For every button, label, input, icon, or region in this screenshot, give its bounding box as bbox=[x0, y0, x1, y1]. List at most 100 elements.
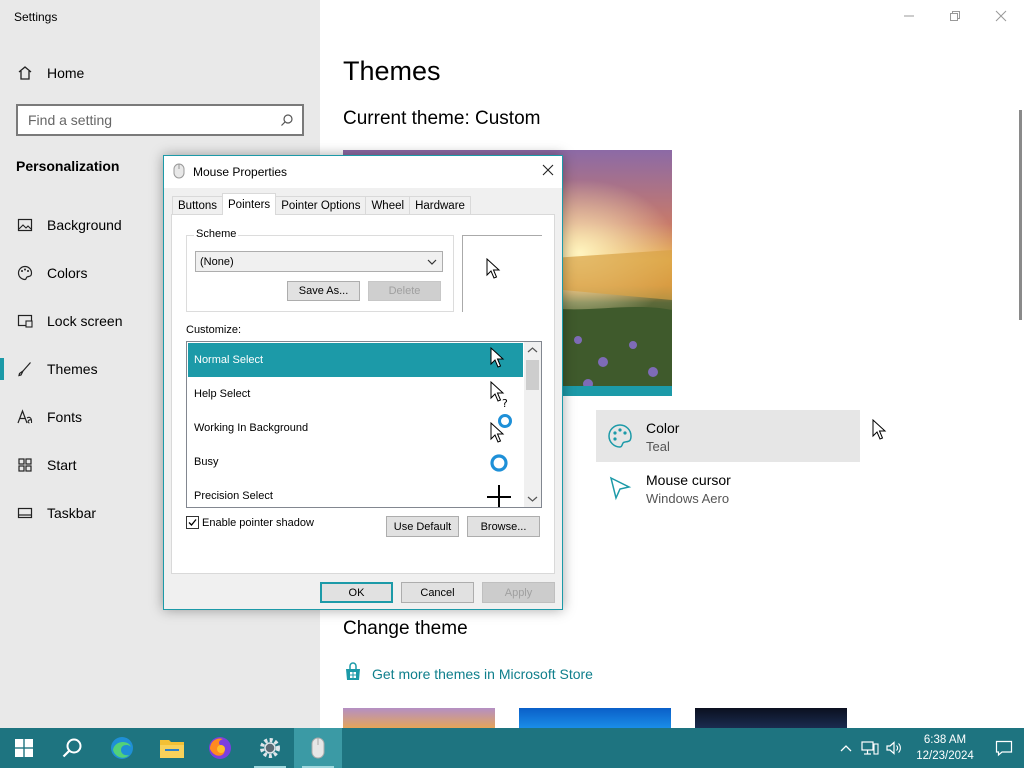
start-button[interactable] bbox=[0, 728, 48, 768]
lock-screen-icon bbox=[16, 312, 34, 330]
sidebar-item-label: Background bbox=[47, 217, 122, 233]
search-icon[interactable] bbox=[280, 113, 294, 130]
settings-app-icon[interactable] bbox=[246, 728, 294, 768]
edge-browser-icon[interactable] bbox=[98, 728, 146, 768]
theme-thumbnail[interactable] bbox=[519, 708, 671, 728]
cursor-name: Help Select bbox=[194, 388, 251, 400]
nav-home-label: Home bbox=[47, 65, 85, 81]
delete-button[interactable]: Delete bbox=[368, 281, 441, 301]
list-item[interactable]: Working In Background bbox=[188, 411, 523, 445]
minimize-button[interactable] bbox=[886, 0, 932, 32]
list-item[interactable]: Busy bbox=[188, 445, 523, 479]
tab-hardware[interactable]: Hardware bbox=[409, 196, 471, 215]
list-item[interactable]: Normal Select bbox=[188, 343, 523, 377]
sidebar-item-label: Themes bbox=[47, 361, 98, 377]
close-button[interactable] bbox=[978, 0, 1024, 32]
notifications-icon[interactable] bbox=[984, 728, 1024, 768]
pointer-shadow-checkbox[interactable] bbox=[186, 516, 199, 529]
browse-button[interactable]: Browse... bbox=[467, 516, 540, 537]
font-icon bbox=[16, 408, 34, 426]
change-theme-heading: Change theme bbox=[343, 618, 468, 639]
chevron-down-icon bbox=[427, 257, 437, 269]
gear-icon bbox=[260, 738, 280, 758]
mouse-properties-taskbar-icon[interactable] bbox=[294, 728, 342, 768]
store-link-label: Get more themes in Microsoft Store bbox=[372, 665, 593, 682]
color-tile[interactable]: Color Teal bbox=[596, 410, 860, 462]
list-scrollbar-thumb[interactable] bbox=[526, 360, 539, 390]
close-icon bbox=[995, 10, 1007, 22]
start-grid-icon bbox=[16, 456, 34, 474]
home-icon bbox=[16, 64, 34, 82]
svg-text:?: ? bbox=[502, 397, 508, 409]
theme-thumbnail[interactable] bbox=[695, 708, 847, 728]
page-scrollbar[interactable] bbox=[1019, 110, 1022, 320]
clock-date: 12/23/2024 bbox=[916, 750, 974, 762]
dialog-title: Mouse Properties bbox=[193, 165, 288, 179]
ok-button[interactable]: OK bbox=[320, 582, 393, 603]
list-item[interactable]: Help Select ? bbox=[188, 377, 523, 411]
current-theme: Current theme: Custom bbox=[343, 108, 540, 130]
windows-logo-icon bbox=[15, 739, 33, 757]
clock[interactable]: 6:38 AM 12/23/2024 bbox=[910, 732, 980, 764]
cursor-name: Normal Select bbox=[194, 354, 264, 366]
chevron-up-icon[interactable] bbox=[834, 728, 858, 768]
palette-icon bbox=[16, 264, 34, 282]
sidebar-item-label: Fonts bbox=[47, 409, 83, 425]
speaker-icon[interactable] bbox=[882, 728, 906, 768]
color-tile-label: Color bbox=[646, 420, 680, 436]
working-background-cursor-icon bbox=[483, 413, 513, 443]
mouse-cursor-tile[interactable]: Mouse cursor Windows Aero bbox=[596, 466, 860, 518]
busy-cursor-icon bbox=[483, 447, 513, 477]
restore-icon bbox=[950, 11, 960, 21]
sidebar-item-label: Start bbox=[47, 457, 77, 473]
sidebar-item-label: Taskbar bbox=[47, 505, 97, 521]
firefox-icon[interactable] bbox=[196, 728, 244, 768]
pointer-preview bbox=[462, 235, 542, 312]
network-icon[interactable] bbox=[858, 728, 882, 768]
crosshair-icon bbox=[483, 481, 513, 507]
dialog-title-bar[interactable]: Mouse Properties bbox=[164, 156, 562, 188]
store-link[interactable]: Get more themes in Microsoft Store bbox=[343, 662, 593, 685]
theme-thumbnail[interactable] bbox=[343, 708, 495, 728]
search-box[interactable] bbox=[16, 104, 304, 136]
normal-select-cursor-icon bbox=[483, 345, 513, 375]
dialog-close-button[interactable] bbox=[542, 164, 554, 179]
scheme-dropdown[interactable]: (None) bbox=[195, 251, 443, 272]
current-theme-value: Custom bbox=[475, 108, 541, 129]
page-title: Themes bbox=[343, 56, 441, 86]
cancel-button[interactable]: Cancel bbox=[401, 582, 474, 603]
current-theme-label: Current theme: bbox=[343, 108, 470, 129]
file-explorer-icon[interactable] bbox=[148, 728, 196, 768]
search-input[interactable] bbox=[18, 112, 268, 128]
app-title: Settings bbox=[14, 10, 58, 24]
restore-button[interactable] bbox=[932, 0, 978, 32]
list-item[interactable]: Precision Select bbox=[188, 479, 523, 507]
save-as-button[interactable]: Save As... bbox=[287, 281, 360, 301]
scheme-value: (None) bbox=[200, 255, 234, 268]
mouse-pointer-icon bbox=[872, 418, 888, 444]
sidebar-item-label: Lock screen bbox=[47, 313, 123, 329]
cursor-arrow-icon bbox=[606, 474, 634, 502]
mouse-icon bbox=[311, 737, 325, 759]
pointer-shadow-label: Enable pointer shadow bbox=[202, 516, 314, 529]
taskbar-search-button[interactable] bbox=[48, 728, 96, 768]
pointer-shadow-option[interactable]: Enable pointer shadow bbox=[186, 516, 314, 529]
cursor-list[interactable]: Normal Select Help Select ? Working In B… bbox=[186, 341, 542, 508]
tab-pointer-options[interactable]: Pointer Options bbox=[275, 196, 367, 215]
image-icon bbox=[16, 216, 34, 234]
tab-pointers[interactable]: Pointers bbox=[222, 193, 277, 215]
clock-time: 6:38 AM bbox=[923, 734, 967, 746]
sidebar-item-label: Colors bbox=[47, 265, 88, 281]
tab-buttons[interactable]: Buttons bbox=[172, 196, 223, 215]
use-default-button[interactable]: Use Default bbox=[386, 516, 459, 537]
tab-wheel[interactable]: Wheel bbox=[365, 196, 411, 215]
chevron-down-icon bbox=[527, 496, 538, 502]
close-icon bbox=[542, 164, 554, 176]
list-scrollbar[interactable] bbox=[524, 342, 541, 507]
cursor-preview-icon bbox=[486, 258, 501, 279]
checkmark-icon bbox=[188, 519, 197, 526]
apply-button[interactable]: Apply bbox=[482, 582, 555, 603]
dialog-tabs: Buttons Pointers Pointer Options Wheel H… bbox=[172, 193, 471, 215]
nav-home[interactable]: Home bbox=[0, 53, 320, 93]
brush-icon bbox=[16, 360, 34, 378]
